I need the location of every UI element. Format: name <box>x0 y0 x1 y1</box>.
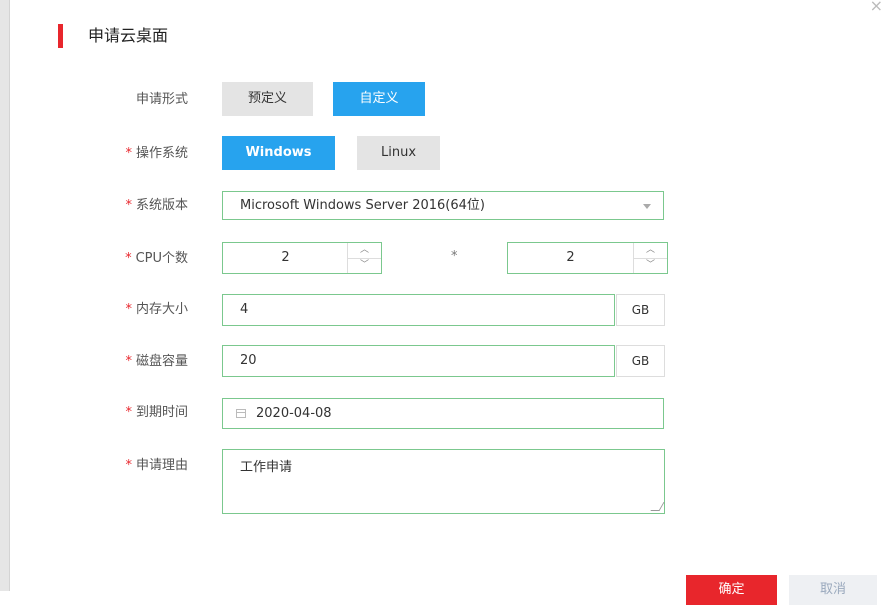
background-panel-edge <box>0 0 9 591</box>
stepper-controls: ︿ ﹀ <box>347 243 381 273</box>
apply-type-label: 申请形式 <box>135 92 188 107</box>
custom-button[interactable]: 自定义 <box>333 82 425 116</box>
decrement-icon[interactable]: ﹀ <box>348 258 381 273</box>
expire-date-value: 2020-04-08 <box>256 406 332 421</box>
chevron-down-icon[interactable] <box>643 204 651 209</box>
reason-label: * 申请理由 <box>125 458 188 473</box>
increment-icon[interactable]: ︿ <box>348 243 381 259</box>
dialog-title: 申请云桌面 <box>88 26 169 45</box>
title-accent-bar <box>58 24 63 48</box>
os-version-value: Microsoft Windows Server 2016(64位) <box>240 198 485 213</box>
memory-label: * 内存大小 <box>125 302 188 317</box>
cpu-count-value[interactable]: 2 <box>223 243 348 273</box>
disk-input[interactable]: 20 <box>222 345 615 377</box>
required-mark: * <box>125 146 132 161</box>
required-mark: * <box>125 198 132 213</box>
os-windows-button[interactable]: Windows <box>222 136 335 170</box>
required-mark: * <box>125 354 132 369</box>
confirm-button[interactable]: 确定 <box>686 575 777 605</box>
expire-date-input[interactable]: 2020-04-08 <box>222 398 664 429</box>
os-linux-button[interactable]: Linux <box>357 136 440 170</box>
disk-value: 20 <box>240 353 257 368</box>
predefined-button[interactable]: 预定义 <box>222 82 313 116</box>
required-mark: * <box>125 405 132 420</box>
required-mark: * <box>125 458 132 473</box>
memory-value: 4 <box>240 302 249 317</box>
required-mark: * <box>125 251 132 266</box>
memory-input[interactable]: 4 <box>222 294 615 326</box>
cpu-cores-stepper[interactable]: 2 ︿ ﹀ <box>507 242 668 274</box>
calendar-icon[interactable] <box>236 409 246 418</box>
cancel-button[interactable]: 取消 <box>789 575 877 605</box>
os-label: * 操作系统 <box>125 146 188 161</box>
expire-label: * 到期时间 <box>125 405 188 420</box>
multiply-sign: * <box>451 249 458 264</box>
cpu-label: * CPU个数 <box>125 251 188 266</box>
cpu-cores-value[interactable]: 2 <box>508 243 633 273</box>
reason-textarea[interactable]: 工作申请 <box>222 449 665 514</box>
cpu-count-stepper[interactable]: 2 ︿ ﹀ <box>222 242 382 274</box>
disk-unit: GB <box>616 345 665 377</box>
disk-label: * 磁盘容量 <box>125 354 188 369</box>
reason-value: 工作申请 <box>240 460 293 475</box>
decrement-icon[interactable]: ﹀ <box>634 258 667 273</box>
resize-handle-icon[interactable] <box>650 502 665 511</box>
stepper-controls: ︿ ﹀ <box>633 243 667 273</box>
os-version-label: * 系统版本 <box>125 198 188 213</box>
memory-unit: GB <box>616 294 665 326</box>
background-panel-divider <box>9 0 10 591</box>
required-mark: * <box>125 302 132 317</box>
close-icon[interactable]: × <box>870 0 883 14</box>
increment-icon[interactable]: ︿ <box>634 243 667 259</box>
os-version-select[interactable]: Microsoft Windows Server 2016(64位) <box>222 191 664 220</box>
